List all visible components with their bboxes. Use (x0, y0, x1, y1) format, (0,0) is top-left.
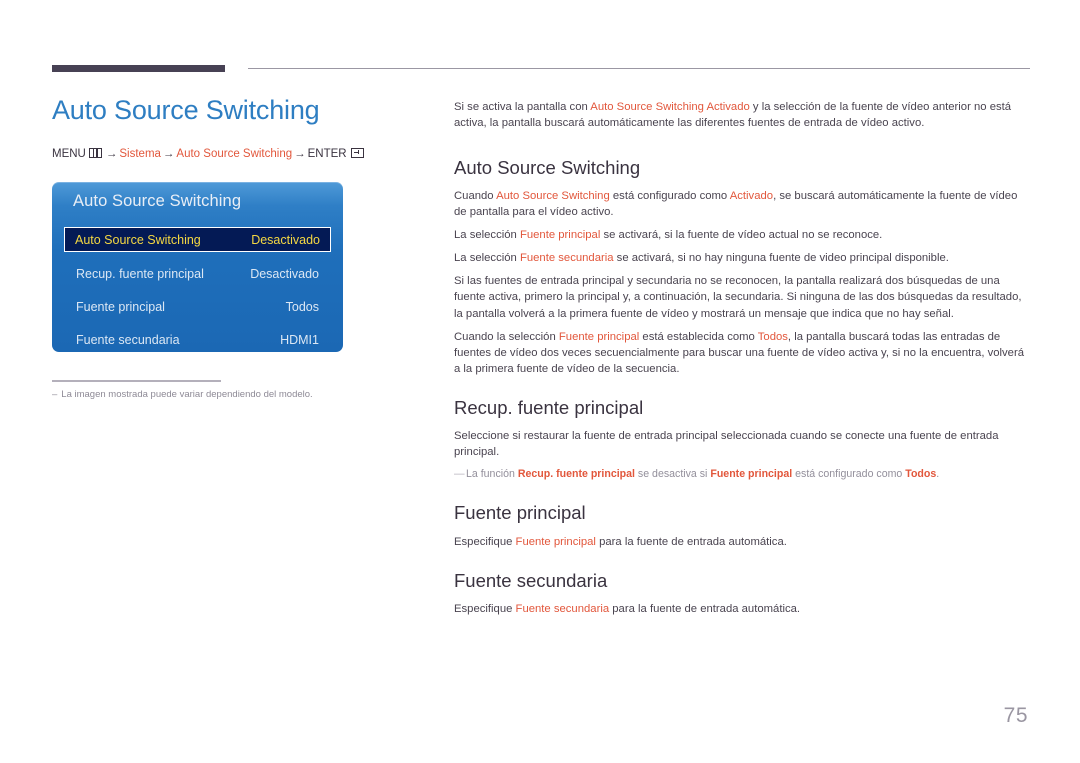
text-run: está configurado como (609, 190, 730, 203)
osd-row-label: Recup. fuente principal (76, 267, 204, 281)
intro-highlight: Auto Source Switching Activado (590, 101, 750, 113)
left-column: Auto Source Switching MENU → Sistema → Auto … (52, 95, 422, 161)
section-heading-recup-fuente-principal: Recup. fuente principal (454, 396, 644, 418)
intro-text-a: Si se activa la pantalla con (454, 101, 591, 113)
section-heading-fuente-secundaria: Fuente secundaria (454, 569, 608, 591)
osd-row-label: Fuente secundaria (76, 333, 180, 347)
text-run: está configurado como (792, 467, 906, 480)
section-2-paragraph-0: Especifique Fuente principal para la fue… (454, 534, 1030, 550)
osd-row-label: Fuente principal (76, 300, 165, 314)
osd-row-fuente-principal[interactable]: Fuente principal Todos (64, 296, 331, 318)
osd-row-value: Todos (285, 300, 319, 314)
page-title: Auto Source Switching (52, 95, 320, 125)
footnote-text: La imagen mostrada puede variar dependie… (61, 389, 313, 400)
breadcrumb-step-auto-source-switching: Auto Source Switching (176, 147, 293, 160)
osd-row-value: HDMI1 (280, 333, 319, 347)
section-0-paragraph-2: La selección Fuente secundaria se activa… (454, 250, 1030, 266)
text-highlight: Todos (905, 467, 937, 480)
text-run: Especifique (454, 535, 516, 548)
osd-row-label: Auto Source Switching (75, 232, 201, 247)
breadcrumb-enter-label: ENTER (307, 147, 347, 160)
osd-row-auto-source-switching[interactable]: Auto Source Switching Desactivado (64, 227, 331, 252)
manual-page: Auto Source Switching MENU → Sistema → Auto … (0, 0, 1080, 763)
text-run: está establecida como (639, 330, 758, 343)
text-highlight: Auto Source Switching (496, 190, 610, 203)
section-0-paragraph-3: Si las fuentes de entrada principal y se… (454, 273, 1030, 321)
section-1-paragraph-0: Seleccione si restaurar la fuente de ent… (454, 428, 1030, 460)
osd-menu-box: Auto Source Switching Auto Source Switch… (52, 182, 343, 352)
footnote-dash: – (52, 389, 58, 400)
text-highlight: Fuente principal (515, 535, 596, 548)
section-0-paragraph-4: Cuando la selección Fuente principal est… (454, 329, 1030, 377)
text-run: Seleccione si restaurar la fuente de ent… (454, 429, 999, 458)
text-highlight: Fuente secundaria (515, 602, 610, 615)
text-highlight: Activado (729, 190, 774, 203)
section-1-note: — La función Recup. fuente principal se d… (454, 467, 1030, 482)
right-column: Si se activa la pantalla con Auto Source… (454, 99, 1030, 624)
text-highlight: Fuente principal (519, 229, 601, 242)
text-highlight: Fuente principal (558, 330, 640, 343)
text-run: Si las fuentes de entrada principal y se… (454, 275, 1022, 320)
osd-row-value: Desactivado (250, 267, 319, 281)
text-run: se desactiva si (634, 467, 711, 480)
text-highlight: Todos (757, 330, 788, 343)
text-run: se activará, si no hay ninguna fuente de… (613, 252, 949, 265)
osd-row-fuente-secundaria[interactable]: Fuente secundaria HDMI1 (64, 329, 331, 351)
footnote: – La imagen mostrada puede variar dependi… (52, 389, 412, 400)
text-run: . (936, 467, 940, 480)
text-run: La función (466, 467, 518, 480)
header-rule-thin (248, 68, 1030, 69)
section-heading-auto-source-switching: Auto Source Switching (454, 157, 641, 179)
text-run: La selección (454, 252, 520, 265)
text-highlight: Fuente secundaria (519, 252, 614, 265)
intro-paragraph: Si se activa la pantalla con Auto Source… (454, 99, 1030, 131)
enter-key-icon (350, 147, 364, 158)
text-highlight: Fuente principal (710, 467, 793, 480)
text-run: se activará, si la fuente de vídeo actua… (600, 229, 883, 242)
page-number: 75 (1003, 704, 1028, 727)
osd-list: Auto Source Switching Desactivado Recup.… (64, 227, 331, 352)
osd-row-recup-fuente-principal[interactable]: Recup. fuente principal Desactivado (64, 263, 331, 285)
text-run: Cuando (454, 190, 497, 203)
breadcrumb-arrow-1: → (105, 147, 118, 160)
section-heading-fuente-principal: Fuente principal (454, 502, 586, 524)
osd-title: Auto Source Switching (73, 192, 242, 210)
osd-row-value: Desactivado (251, 232, 320, 247)
section-0-paragraph-0: Cuando Auto Source Switching está config… (454, 188, 1030, 220)
note-dash: — (454, 467, 465, 480)
section-0-paragraph-1: La selección Fuente principal se activar… (454, 227, 1030, 243)
text-run: La selección (454, 229, 520, 242)
menu-grid-icon (88, 147, 102, 158)
breadcrumb-arrow-2: → (162, 147, 175, 160)
text-run: Especifique (454, 602, 516, 615)
text-run: para la fuente de entrada automática. (609, 602, 801, 615)
section-3-paragraph-0: Especifique Fuente secundaria para la fu… (454, 601, 1030, 617)
text-run: Cuando la selección (454, 330, 559, 343)
header-rule-thick (52, 65, 225, 72)
breadcrumb: MENU → Sistema → Auto Source Switching → ENTER (52, 147, 422, 161)
footnote-rule (52, 380, 221, 382)
breadcrumb-arrow-3: → (294, 147, 306, 160)
text-highlight: Recup. fuente principal (517, 467, 635, 480)
text-run: para la fuente de entrada automática. (595, 535, 787, 548)
breadcrumb-menu-label: MENU (52, 147, 86, 160)
breadcrumb-step-sistema: Sistema (119, 147, 161, 160)
